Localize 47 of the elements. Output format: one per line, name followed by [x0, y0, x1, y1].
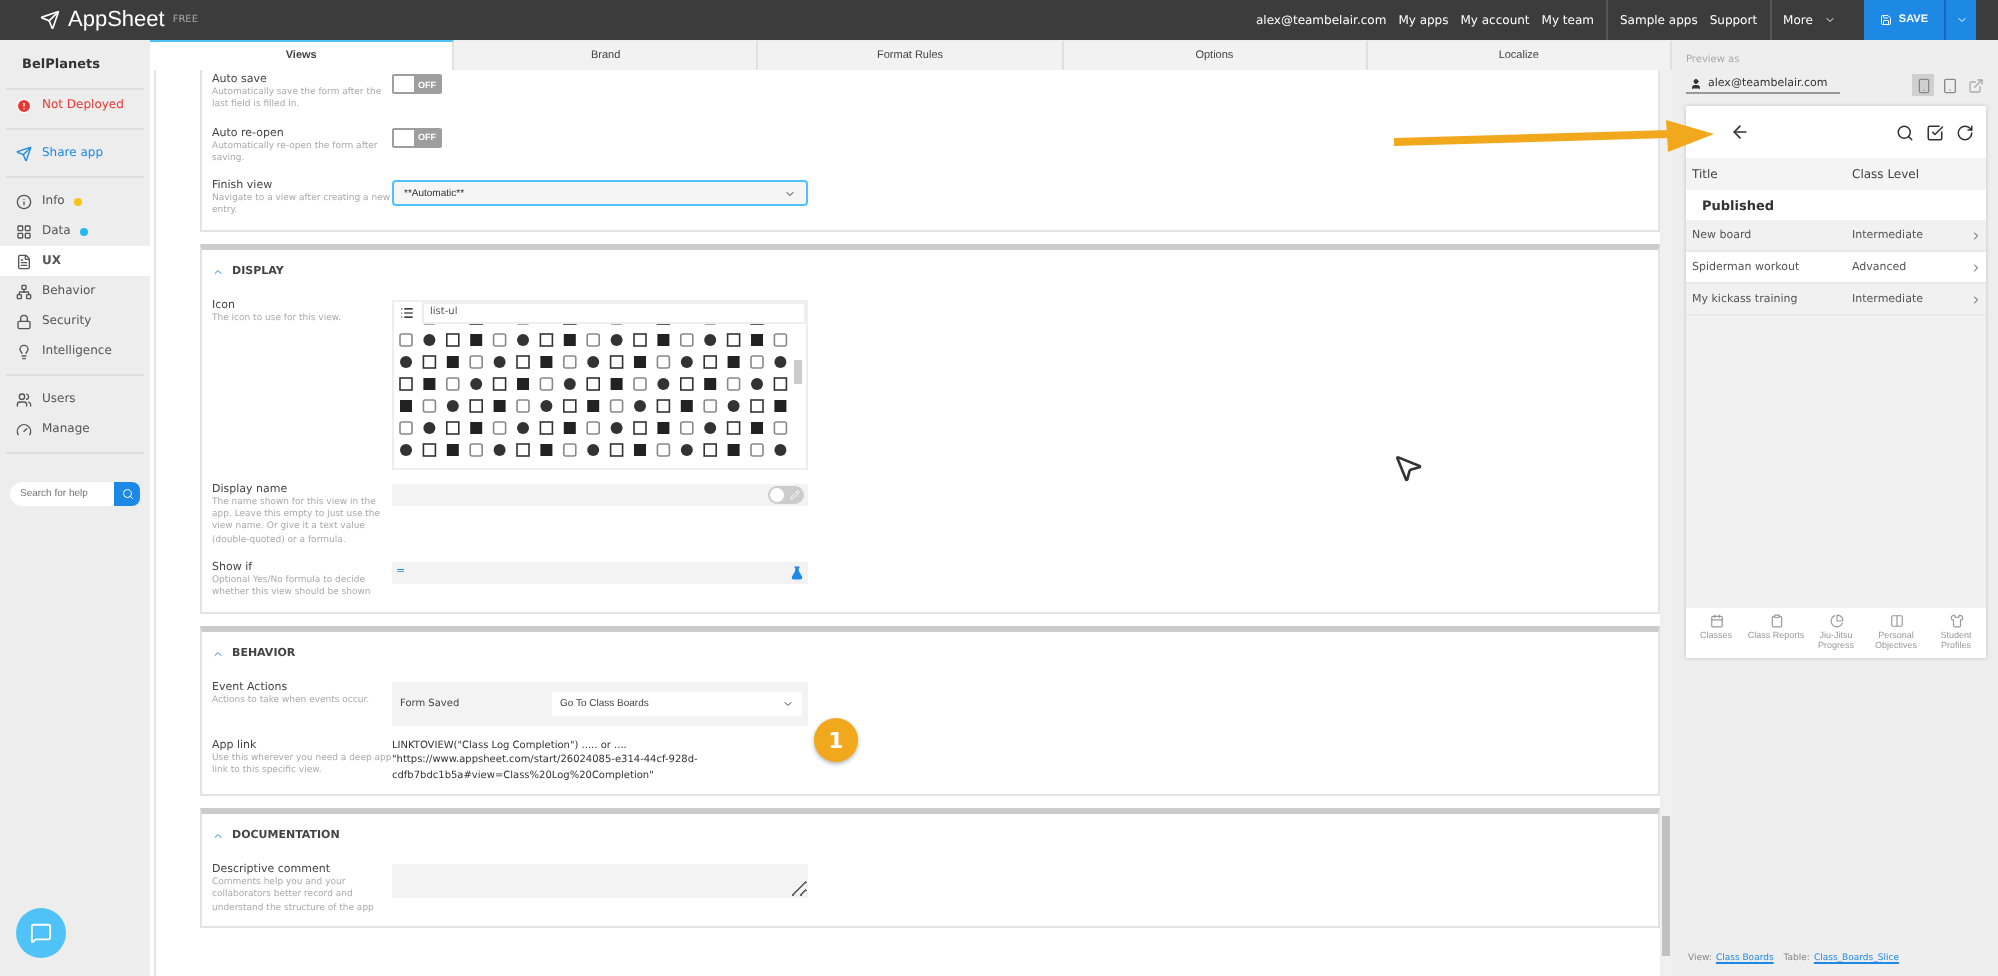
search-button[interactable]: [114, 482, 140, 506]
users-icon: [16, 391, 32, 407]
save-options-button[interactable]: [1944, 0, 1976, 40]
chevron-icon[interactable]: [1970, 261, 1982, 273]
collapse-icon[interactable]: [212, 265, 224, 278]
document-icon: [16, 253, 32, 269]
grid-icon: [16, 223, 32, 239]
refresh-icon[interactable]: [1956, 123, 1974, 141]
user-icon: [1690, 77, 1702, 89]
app-logo-text: AppSheet: [68, 8, 165, 32]
shirt-icon: [1949, 614, 1963, 628]
lock-icon: [16, 313, 32, 329]
caret-icon: [782, 697, 794, 710]
tablet-view-button[interactable]: [1938, 74, 1960, 96]
chevron-icon[interactable]: [1970, 293, 1982, 305]
open-external-button[interactable]: [1964, 74, 1986, 96]
paper-plane-icon: [16, 145, 32, 161]
search-icon: [121, 488, 133, 500]
info-icon: [16, 193, 32, 209]
columns-icon: [1889, 614, 1903, 628]
pencil-icon: [790, 489, 800, 500]
back-icon[interactable]: [1730, 122, 1750, 142]
caret-icon: [1824, 14, 1837, 26]
paper-plane-logo-icon: [40, 10, 60, 30]
display-name-field[interactable]: [392, 483, 808, 506]
cursor-icon: [1392, 452, 1424, 484]
calendar-icon: [1709, 614, 1723, 628]
caret-icon: [1955, 14, 1967, 26]
caret-icon: [784, 187, 796, 200]
comment-field[interactable]: [392, 864, 808, 899]
floppy-disk-icon: [1880, 14, 1893, 26]
phone-view-button[interactable]: [1912, 74, 1934, 96]
collapse-icon[interactable]: [212, 647, 224, 660]
pie-chart-icon: [1829, 614, 1843, 628]
formula-toggle[interactable]: [768, 485, 804, 504]
lightbulb-icon: [16, 343, 32, 359]
collapse-icon[interactable]: [212, 830, 224, 843]
search-icon[interactable]: [1896, 123, 1914, 141]
checkbox-icon[interactable]: [1926, 123, 1944, 141]
flask-icon[interactable]: [790, 565, 804, 580]
gauge-icon: [16, 421, 32, 437]
list-icon: [400, 305, 414, 320]
chat-icon: [30, 922, 52, 944]
hierarchy-icon: [16, 283, 32, 299]
chevron-icon[interactable]: [1970, 229, 1982, 241]
alert-icon: [16, 97, 32, 113]
clipboard-icon: [1769, 614, 1783, 628]
